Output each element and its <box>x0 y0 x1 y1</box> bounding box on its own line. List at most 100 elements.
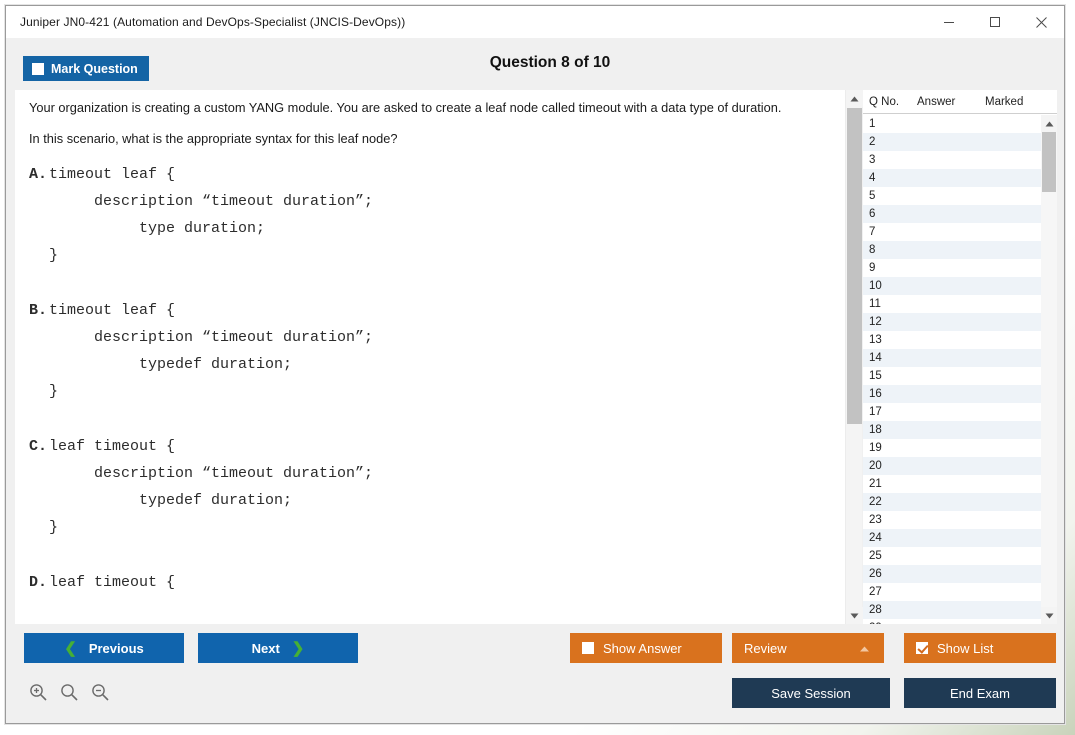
answer-option[interactable]: C. leaf timeout { description “timeout d… <box>29 433 831 541</box>
row-question-number: 21 <box>869 478 917 490</box>
caret-up-icon <box>859 641 870 656</box>
row-question-number: 2 <box>869 136 917 148</box>
zoom-out-icon[interactable] <box>90 682 110 707</box>
window-controls <box>926 6 1064 38</box>
show-answer-button[interactable]: Show Answer <box>570 633 722 663</box>
answer-option[interactable]: D. leaf timeout { <box>29 569 831 596</box>
question-list-row[interactable]: 6 <box>863 205 1041 223</box>
question-list-row[interactable]: 22 <box>863 493 1041 511</box>
minimize-icon <box>943 16 955 28</box>
question-content-panel: Your organization is creating a custom Y… <box>15 90 845 624</box>
maximize-icon <box>989 16 1001 28</box>
row-question-number: 8 <box>869 244 917 256</box>
navigation-toolbar: ❮ Previous Next ❯ Show Answer Review Sho… <box>6 628 1064 672</box>
previous-button[interactable]: ❮ Previous <box>24 633 184 663</box>
question-paragraph-2: In this scenario, what is the appropriat… <box>29 130 819 148</box>
question-list-row[interactable]: 13 <box>863 331 1041 349</box>
scroll-thumb[interactable] <box>847 108 862 424</box>
question-list-row[interactable]: 7 <box>863 223 1041 241</box>
row-question-number: 18 <box>869 424 917 436</box>
question-list-row[interactable]: 23 <box>863 511 1041 529</box>
next-label: Next <box>252 641 280 656</box>
question-list-row[interactable]: 24 <box>863 529 1041 547</box>
option-code: leaf timeout { description “timeout dura… <box>49 433 373 541</box>
question-list-row[interactable]: 28 <box>863 601 1041 619</box>
question-list-row[interactable]: 8 <box>863 241 1041 259</box>
question-list-row[interactable]: 9 <box>863 259 1041 277</box>
show-list-checkbox[interactable] <box>916 642 928 654</box>
row-question-number: 27 <box>869 586 917 598</box>
question-list-row[interactable]: 17 <box>863 403 1041 421</box>
row-question-number: 22 <box>869 496 917 508</box>
option-code: timeout leaf { description “timeout dura… <box>49 161 373 269</box>
row-question-number: 5 <box>869 190 917 202</box>
question-list-header: Q No. Answer Marked <box>863 90 1057 114</box>
row-question-number: 16 <box>869 388 917 400</box>
question-list-rows: 1234567891011121314151617181920212223242… <box>863 115 1041 624</box>
review-dropdown[interactable]: Review <box>732 633 884 663</box>
question-list-row[interactable]: 20 <box>863 457 1041 475</box>
chevron-right-icon: ❯ <box>292 641 305 656</box>
row-question-number: 15 <box>869 370 917 382</box>
column-header-answer: Answer <box>917 96 985 108</box>
close-button[interactable] <box>1018 6 1064 38</box>
list-scroll-down-arrow[interactable] <box>1041 607 1057 624</box>
list-scroll-up-arrow[interactable] <box>1041 115 1057 132</box>
question-list-row[interactable]: 1 <box>863 115 1041 133</box>
question-scrollbar[interactable] <box>845 90 862 624</box>
mark-question-button[interactable]: Mark Question <box>23 56 149 81</box>
scroll-down-arrow[interactable] <box>846 607 863 624</box>
question-list-row[interactable]: 11 <box>863 295 1041 313</box>
column-header-qno: Q No. <box>869 96 917 108</box>
row-question-number: 10 <box>869 280 917 292</box>
question-list-row[interactable]: 18 <box>863 421 1041 439</box>
row-question-number: 23 <box>869 514 917 526</box>
next-button[interactable]: Next ❯ <box>198 633 358 663</box>
row-question-number: 14 <box>869 352 917 364</box>
show-list-button[interactable]: Show List <box>904 633 1056 663</box>
chevron-down-icon <box>1045 613 1054 619</box>
option-letter: B. <box>29 297 49 405</box>
maximize-button[interactable] <box>972 6 1018 38</box>
row-question-number: 7 <box>869 226 917 238</box>
save-session-button[interactable]: Save Session <box>732 678 890 708</box>
question-list-row[interactable]: 12 <box>863 313 1041 331</box>
list-scroll-thumb[interactable] <box>1042 132 1056 192</box>
question-list-row[interactable]: 25 <box>863 547 1041 565</box>
end-exam-button[interactable]: End Exam <box>904 678 1056 708</box>
row-question-number: 25 <box>869 550 917 562</box>
row-question-number: 13 <box>869 334 917 346</box>
option-code: leaf timeout { <box>49 569 175 596</box>
question-list-row[interactable]: 15 <box>863 367 1041 385</box>
zoom-reset-icon[interactable] <box>59 682 79 707</box>
chevron-down-icon <box>850 613 859 619</box>
chevron-up-icon <box>850 96 859 102</box>
row-question-number: 6 <box>869 208 917 220</box>
mark-question-checkbox[interactable] <box>32 63 44 75</box>
question-list-row[interactable]: 4 <box>863 169 1041 187</box>
zoom-in-icon[interactable] <box>28 682 48 707</box>
question-list-row[interactable]: 19 <box>863 439 1041 457</box>
answer-option[interactable]: A. timeout leaf { description “timeout d… <box>29 161 831 269</box>
answer-option[interactable]: B. timeout leaf { description “timeout d… <box>29 297 831 405</box>
row-question-number: 1 <box>869 118 917 130</box>
question-list-row[interactable]: 3 <box>863 151 1041 169</box>
question-list-row[interactable]: 27 <box>863 583 1041 601</box>
question-list-row[interactable]: 14 <box>863 349 1041 367</box>
minimize-button[interactable] <box>926 6 972 38</box>
question-list-row[interactable]: 26 <box>863 565 1041 583</box>
question-list-row[interactable]: 16 <box>863 385 1041 403</box>
question-list-row[interactable]: 5 <box>863 187 1041 205</box>
question-list-row[interactable]: 29 <box>863 619 1041 624</box>
zoom-tools <box>28 682 110 707</box>
scroll-up-arrow[interactable] <box>846 90 863 107</box>
question-list-row[interactable]: 2 <box>863 133 1041 151</box>
row-question-number: 28 <box>869 604 917 616</box>
question-list-row[interactable]: 21 <box>863 475 1041 493</box>
question-list-scrollbar[interactable] <box>1041 115 1057 624</box>
row-question-number: 11 <box>869 298 917 310</box>
question-list-panel: Q No. Answer Marked 12345678910111213141… <box>863 90 1057 624</box>
show-answer-checkbox[interactable] <box>582 642 594 654</box>
question-list-row[interactable]: 10 <box>863 277 1041 295</box>
exam-window: Juniper JN0-421 (Automation and DevOps-S… <box>5 5 1065 724</box>
